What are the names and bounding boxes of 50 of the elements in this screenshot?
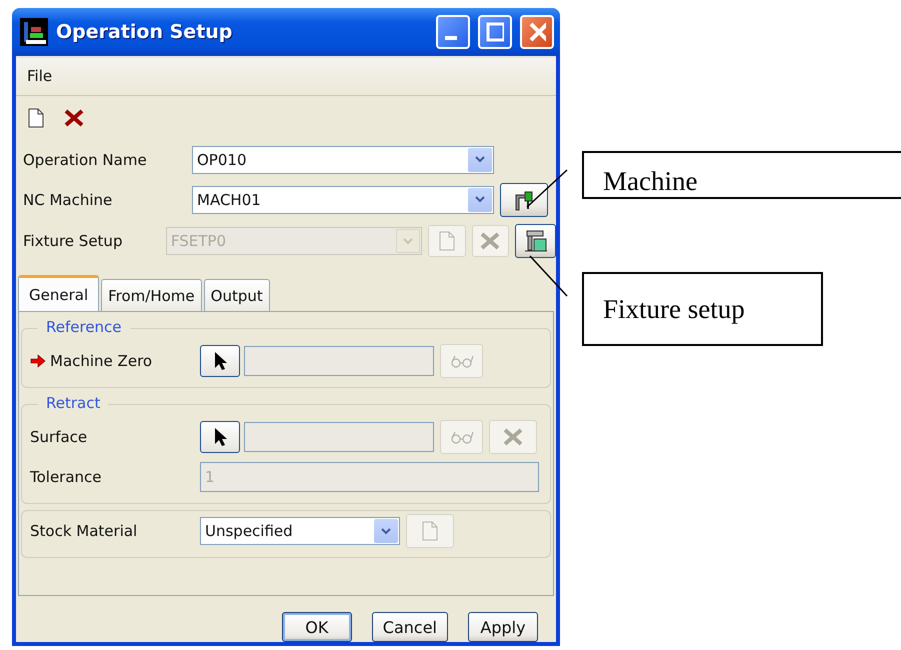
app-icon [20,18,48,46]
combo-box[interactable]: Unspecified [200,517,400,546]
dialog-button[interactable]: OK [282,612,352,642]
chevron-down-icon [475,196,485,204]
document-icon [422,521,438,542]
select-button[interactable] [200,421,240,454]
glasses-icon [448,354,474,368]
callout-label: Machine [582,151,901,199]
x-icon[interactable] [64,109,84,128]
menu-item[interactable]: File [24,65,56,88]
field-label: Fixture Setup [23,232,124,250]
field-label: Machine Zero [50,352,152,370]
input-field[interactable] [244,422,434,452]
maximize-button[interactable] [478,14,512,49]
machine-button[interactable] [500,182,548,217]
minimize-button[interactable] [436,14,470,49]
field-label: Tolerance [30,468,102,486]
chevron-down-icon [403,238,414,245]
x-icon [480,232,500,250]
document-icon[interactable] [28,108,44,128]
chevron-down-icon [381,528,391,535]
x-icon [503,428,523,446]
combo-box[interactable]: MACH01 [192,186,494,214]
minimize-icon [445,36,457,40]
tab[interactable]: Output [204,279,270,312]
field-label: Surface [30,428,88,446]
fixture-icon [524,229,548,254]
dialog-button[interactable]: Apply [468,612,538,642]
close-button[interactable] [520,14,554,49]
field-label: Operation Name [23,150,148,169]
close-icon [528,20,546,43]
combo-box[interactable]: OP010 [192,146,494,174]
field-label: Stock Material [30,522,138,540]
callout-label: Fixture setup [582,272,823,346]
window-title: Operation Setup [56,20,234,43]
machine-icon [513,188,535,211]
field-label: NC Machine [23,190,114,209]
input-field[interactable] [244,346,434,376]
select-button[interactable] [200,345,240,378]
cursor-arrow-icon [213,427,227,448]
cursor-arrow-icon [213,351,227,372]
document-icon [438,231,455,252]
leader-line [526,169,568,208]
chevron-down-icon [475,156,485,164]
glasses-icon [448,430,474,444]
tab[interactable]: From/Home [101,279,202,312]
tab[interactable]: General [18,275,100,312]
dialog-button[interactable]: Cancel [372,612,448,642]
leader-line [529,256,568,296]
maximize-icon [486,22,504,42]
